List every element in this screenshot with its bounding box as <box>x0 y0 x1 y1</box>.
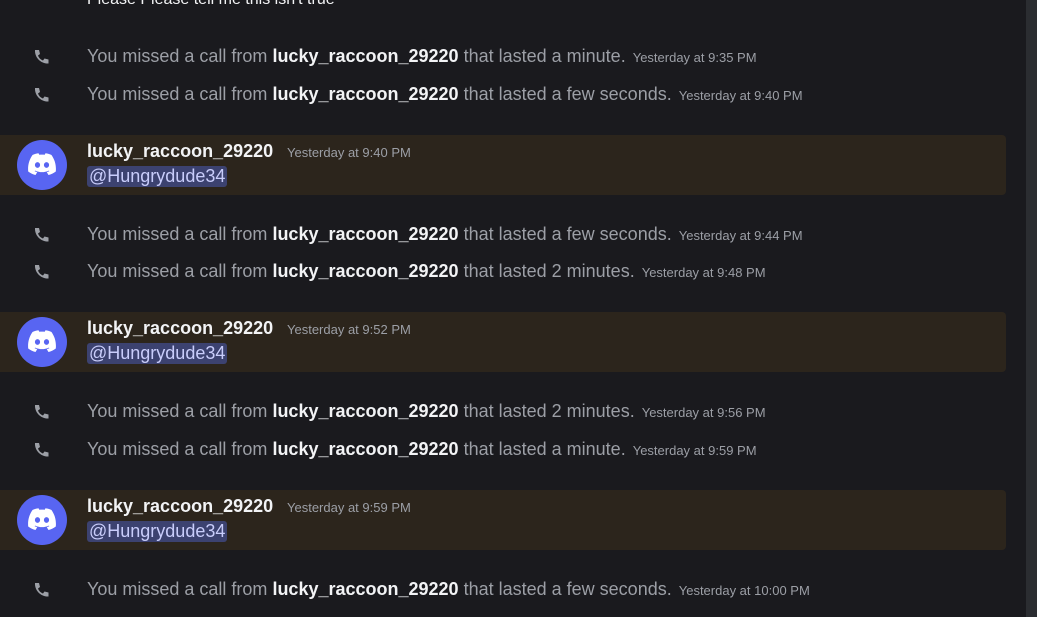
call-log-row: You missed a call from lucky_raccoon_292… <box>0 257 1006 287</box>
user-mention[interactable]: @Hungrydude34 <box>87 343 228 364</box>
phone-missed-icon <box>34 228 49 242</box>
message-highlighted[interactable]: lucky_raccoon_29220 Yesterday at 9:40 PM… <box>0 135 1006 195</box>
call-prefix: You missed a call from <box>87 46 268 66</box>
call-log-text: You missed a call from lucky_raccoon_292… <box>87 84 803 105</box>
caller-name[interactable]: lucky_raccoon_29220 <box>272 261 458 281</box>
discord-logo-icon <box>28 153 56 175</box>
call-prefix: You missed a call from <box>87 261 268 281</box>
call-log-text: You missed a call from lucky_raccoon_292… <box>87 401 766 422</box>
call-log-row: You missed a call from lucky_raccoon_292… <box>0 42 1006 72</box>
message-timestamp[interactable]: Yesterday at 9:59 PM <box>287 500 411 515</box>
call-suffix: that lasted a minute. <box>463 439 626 459</box>
call-log-row: You missed a call from lucky_raccoon_292… <box>0 435 1006 465</box>
call-log-text: You missed a call from lucky_raccoon_292… <box>87 261 766 282</box>
call-suffix: that lasted 2 minutes. <box>463 401 635 421</box>
call-log-text: You missed a call from lucky_raccoon_292… <box>87 46 757 67</box>
message-highlighted[interactable]: lucky_raccoon_29220 Yesterday at 9:59 PM… <box>0 490 1006 550</box>
caller-name[interactable]: lucky_raccoon_29220 <box>272 439 458 459</box>
call-timestamp[interactable]: Yesterday at 9:35 PM <box>633 50 757 65</box>
phone-missed-icon <box>34 405 49 419</box>
call-suffix: that lasted a few seconds. <box>463 84 672 104</box>
caller-name[interactable]: lucky_raccoon_29220 <box>272 579 458 599</box>
discord-logo-icon <box>28 330 56 352</box>
call-suffix: that lasted a few seconds. <box>463 579 672 599</box>
phone-missed-icon <box>34 583 49 597</box>
caller-name[interactable]: lucky_raccoon_29220 <box>272 84 458 104</box>
message-author[interactable]: lucky_raccoon_29220 <box>87 318 273 339</box>
call-log-text: You missed a call from lucky_raccoon_292… <box>87 439 757 460</box>
avatar[interactable] <box>17 495 67 545</box>
call-timestamp[interactable]: Yesterday at 9:44 PM <box>679 228 803 243</box>
caller-name[interactable]: lucky_raccoon_29220 <box>272 224 458 244</box>
discord-logo-icon <box>28 508 56 530</box>
call-log-text: You missed a call from lucky_raccoon_292… <box>87 224 803 245</box>
avatar[interactable] <box>17 317 67 367</box>
call-log-row: You missed a call from lucky_raccoon_292… <box>0 575 1006 605</box>
call-suffix: that lasted a few seconds. <box>463 224 672 244</box>
phone-missed-icon <box>34 50 49 64</box>
message-author[interactable]: lucky_raccoon_29220 <box>87 496 273 517</box>
call-timestamp[interactable]: Yesterday at 9:59 PM <box>633 443 757 458</box>
call-log-row: You missed a call from lucky_raccoon_292… <box>0 220 1006 250</box>
message-timestamp[interactable]: Yesterday at 9:40 PM <box>287 145 411 160</box>
call-prefix: You missed a call from <box>87 224 268 244</box>
avatar[interactable] <box>17 140 67 190</box>
message-timestamp[interactable]: Yesterday at 9:52 PM <box>287 322 411 337</box>
phone-missed-icon <box>34 265 49 279</box>
call-timestamp[interactable]: Yesterday at 10:00 PM <box>679 583 810 598</box>
call-suffix: that lasted 2 minutes. <box>463 261 635 281</box>
call-suffix: that lasted a minute. <box>463 46 626 66</box>
user-mention[interactable]: @Hungrydude34 <box>87 521 228 542</box>
message-author[interactable]: lucky_raccoon_29220 <box>87 141 273 162</box>
phone-missed-icon <box>34 88 49 102</box>
call-prefix: You missed a call from <box>87 84 268 104</box>
previous-message-text: Please Please tell me this isn't true <box>87 0 335 9</box>
phone-missed-icon <box>34 443 49 457</box>
chat-messages: Please Please tell me this isn't true Yo… <box>0 0 1006 617</box>
caller-name[interactable]: lucky_raccoon_29220 <box>272 401 458 421</box>
call-prefix: You missed a call from <box>87 401 268 421</box>
call-timestamp[interactable]: Yesterday at 9:56 PM <box>642 405 766 420</box>
call-prefix: You missed a call from <box>87 579 268 599</box>
call-timestamp[interactable]: Yesterday at 9:40 PM <box>679 88 803 103</box>
call-timestamp[interactable]: Yesterday at 9:48 PM <box>642 265 766 280</box>
call-log-row: You missed a call from lucky_raccoon_292… <box>0 80 1006 110</box>
user-mention[interactable]: @Hungrydude34 <box>87 166 228 187</box>
message-highlighted[interactable]: lucky_raccoon_29220 Yesterday at 9:52 PM… <box>0 312 1006 372</box>
scrollbar[interactable] <box>1026 0 1037 617</box>
call-log-text: You missed a call from lucky_raccoon_292… <box>87 579 810 600</box>
caller-name[interactable]: lucky_raccoon_29220 <box>272 46 458 66</box>
call-prefix: You missed a call from <box>87 439 268 459</box>
call-log-row: You missed a call from lucky_raccoon_292… <box>0 397 1006 427</box>
